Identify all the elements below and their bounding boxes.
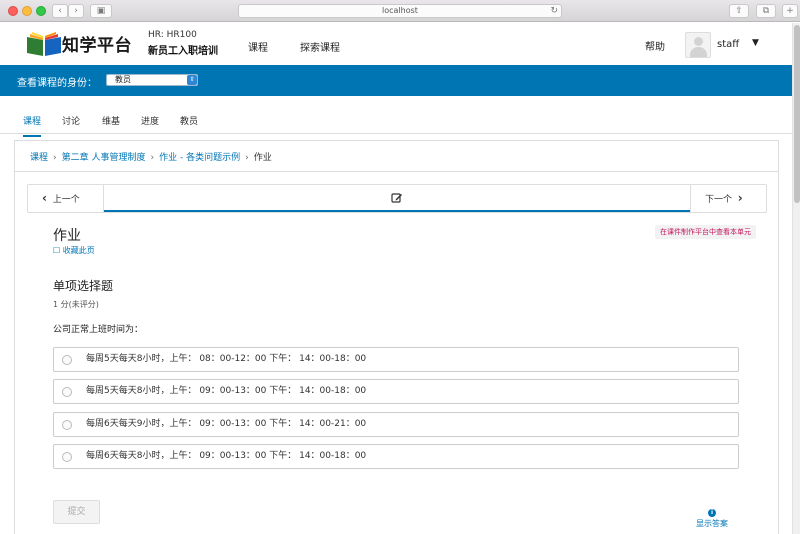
breadcrumb-course[interactable]: 课程 xyxy=(30,153,48,163)
breadcrumb-subsection[interactable]: 作业 - 各类问题示例 xyxy=(159,153,240,163)
edit-icon xyxy=(391,193,402,203)
avatar[interactable] xyxy=(685,32,711,58)
reload-icon[interactable]: ↻ xyxy=(550,5,558,17)
role-select[interactable]: 教员 ⇕ xyxy=(106,74,198,86)
bookmark-label: 收藏此页 xyxy=(62,246,95,255)
show-answer-button[interactable]: i 显示答案 xyxy=(687,507,737,529)
answer-option[interactable]: 每周5天每天8小时，上午： 08：00-12：00 下午： 14：00-18：0… xyxy=(53,347,739,372)
tab-discussion[interactable]: 讨论 xyxy=(62,114,80,137)
view-in-studio-link[interactable]: 在课件制作平台中查看本单元 xyxy=(655,225,756,239)
minimize-window-button[interactable] xyxy=(22,6,32,16)
back-icon[interactable]: ‹ xyxy=(52,4,68,18)
tab-courseware[interactable]: 课程 xyxy=(23,114,42,137)
course-code: HR: HR100 xyxy=(148,30,197,40)
unit-title: 作业 xyxy=(53,228,81,244)
site-header: 知学平台 HR: HR100 新员工入职培训 课程 探索课程 帮助 staff … xyxy=(0,23,792,65)
divider xyxy=(15,171,778,172)
bookmark-icon: ☐ xyxy=(53,246,61,255)
radio-button[interactable] xyxy=(62,452,72,462)
answer-option-label: 每周6天每天9小时，上午： 09：00-13：00 下午： 14：00-21：0… xyxy=(86,419,367,429)
breadcrumb: 课程 › 第二章 人事管理制度 › 作业 - 各类问题示例 › 作业 xyxy=(30,150,272,163)
sidebar-toggle-icon[interactable]: ▣ xyxy=(90,4,112,18)
problem-title: 单项选择题 xyxy=(53,279,114,293)
answer-option[interactable]: 每周6天每天9小时，上午： 09：00-13：00 下午： 14：00-21：0… xyxy=(53,412,739,437)
url-text: localhost xyxy=(382,6,418,15)
close-window-button[interactable] xyxy=(8,6,18,16)
answer-option[interactable]: 每周5天每天8小时，上午： 09：00-13：00 下午： 14：00-18：0… xyxy=(53,379,739,404)
share-icon[interactable]: ⇧ xyxy=(729,4,749,18)
breadcrumb-current: 作业 xyxy=(253,153,272,163)
sequence-navigation: ‹ 上一个 下一个 › xyxy=(27,184,767,213)
tabs-overview-icon[interactable]: ⧉ xyxy=(756,4,776,18)
nav-courses[interactable]: 课程 xyxy=(248,39,268,54)
view-as-role-bar: 查看课程的身份： 教员 ⇕ xyxy=(0,65,792,96)
tab-instructor[interactable]: 教员 xyxy=(180,114,198,137)
info-icon: i xyxy=(708,509,716,517)
help-link[interactable]: 帮助 xyxy=(645,38,665,53)
sequence-tab-active[interactable] xyxy=(104,185,690,212)
answer-option-label: 每周5天每天8小时，上午： 08：00-12：00 下午： 14：00-18：0… xyxy=(86,354,367,364)
select-arrows-icon: ⇕ xyxy=(187,75,197,85)
nav-explore-courses[interactable]: 探索课程 xyxy=(300,39,340,54)
answer-option[interactable]: 每周6天每天8小时，上午： 09：00-13：00 下午： 14：00-18：0… xyxy=(53,444,739,469)
problem-points: 1 分(未评分) xyxy=(53,300,99,309)
view-as-label: 查看课程的身份： xyxy=(17,78,97,89)
book-logo-icon xyxy=(27,32,61,56)
page-scrollbar[interactable] xyxy=(792,23,800,534)
breadcrumb-separator-icon: › xyxy=(150,153,155,163)
new-tab-icon[interactable]: + xyxy=(782,4,798,18)
platform-logo-text[interactable]: 知学平台 xyxy=(62,31,132,56)
breadcrumb-chapter[interactable]: 第二章 人事管理制度 xyxy=(62,153,146,163)
previous-label: 上一个 xyxy=(52,195,80,205)
radio-button[interactable] xyxy=(62,387,72,397)
zoom-window-button[interactable] xyxy=(36,6,46,16)
course-content: 课程 › 第二章 人事管理制度 › 作业 - 各类问题示例 › 作业 ‹ 上一个 下一个 ›… xyxy=(14,140,779,534)
address-bar[interactable]: localhost ↻ xyxy=(238,4,562,18)
bookmark-button[interactable]: ☐ 收藏此页 xyxy=(53,245,95,256)
browser-toolbar: ‹ › ▣ localhost ↻ ⇧ ⧉ + xyxy=(0,0,800,22)
chevron-right-icon: › xyxy=(737,191,743,205)
tab-wiki[interactable]: 维基 xyxy=(102,114,120,137)
chevron-down-icon[interactable]: ▼ xyxy=(752,38,759,48)
answer-option-label: 每周5天每天8小时，上午： 09：00-13：00 下午： 14：00-18：0… xyxy=(86,386,367,396)
scrollbar-thumb[interactable] xyxy=(794,25,800,203)
next-label: 下一个 xyxy=(705,195,733,205)
problem-prompt: 公司正常上班时间为： xyxy=(53,325,144,335)
radio-button[interactable] xyxy=(62,420,72,430)
username[interactable]: staff xyxy=(717,39,739,50)
tab-progress[interactable]: 进度 xyxy=(141,114,159,137)
breadcrumb-separator-icon: › xyxy=(53,153,57,163)
radio-button[interactable] xyxy=(62,355,72,365)
role-select-value: 教员 xyxy=(115,75,131,84)
previous-button[interactable]: ‹ 上一个 xyxy=(28,185,104,212)
forward-icon[interactable]: › xyxy=(68,4,84,18)
course-name: 新员工入职培训 xyxy=(148,46,218,57)
submit-button[interactable]: 提交 xyxy=(53,500,100,524)
chevron-left-icon: ‹ xyxy=(42,191,47,205)
show-answer-label: 显示答案 xyxy=(696,519,728,528)
answer-option-label: 每周6天每天8小时，上午： 09：00-13：00 下午： 14：00-18：0… xyxy=(86,451,367,461)
breadcrumb-separator-icon: › xyxy=(245,153,249,163)
next-button[interactable]: 下一个 › xyxy=(690,185,766,212)
course-tabs: 课程 讨论 维基 进度 教员 xyxy=(0,96,792,137)
